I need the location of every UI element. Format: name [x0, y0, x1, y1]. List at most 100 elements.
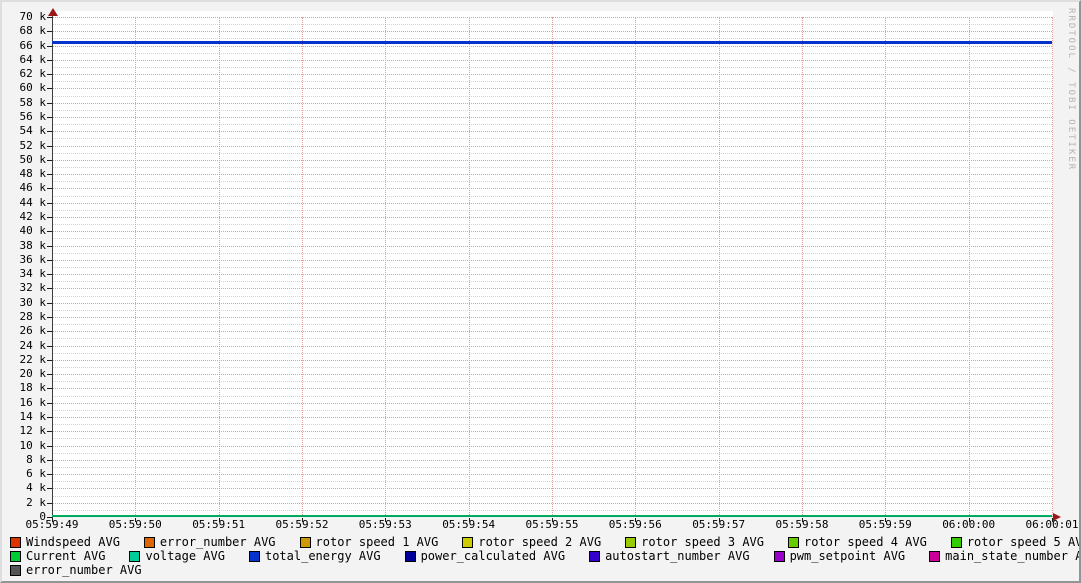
legend-item: autostart_number AVG: [589, 549, 750, 563]
y-axis-tick-label: 24 k: [19, 338, 47, 352]
legend-swatch-icon: [248, 550, 260, 562]
gridline-vertical-major: [718, 17, 720, 517]
legend-item-label: power_calculated AVG: [420, 549, 566, 563]
y-axis-tick-label: 68 k: [19, 24, 47, 38]
legend-item-label: pwm_setpoint AVG: [789, 549, 906, 563]
legend-item: pwm_setpoint AVG: [773, 549, 906, 563]
x-axis-tick-mark: [302, 518, 303, 522]
gridline-vertical-major: [802, 17, 803, 517]
gridline-vertical-major: [968, 17, 970, 517]
legend-item-label: Windspeed AVG: [26, 535, 120, 549]
y-axis-tick-label: 52 k: [19, 138, 47, 152]
legend-item-label: autostart_number AVG: [605, 549, 750, 563]
total-energy-line: [52, 41, 1052, 44]
y-axis-tick-label: 20 k: [19, 367, 47, 381]
legend-swatch-icon: [589, 550, 601, 562]
legend-item-label: total_energy AVG: [264, 549, 381, 563]
y-axis-tick-label: 32 k: [19, 281, 47, 295]
legend-item: Windspeed AVG: [10, 535, 120, 549]
y-axis-tick-label: 38 k: [19, 238, 47, 252]
y-axis-tick-label: 16 k: [19, 395, 47, 409]
y-axis-tick-label: 44 k: [19, 195, 47, 209]
legend-item: rotor speed 3 AVG: [625, 535, 764, 549]
legend-item-label: rotor speed 1 AVG: [315, 535, 439, 549]
legend-item-label: Current AVG: [26, 549, 106, 563]
legend-item: error_number AVG: [10, 563, 142, 577]
x-axis-tick-mark: [385, 518, 387, 522]
y-axis-tick-label: 8 k: [26, 452, 46, 466]
legend-swatch-icon: [773, 550, 785, 562]
legend-item-label: error_number AVG: [159, 535, 276, 549]
x-axis-tick-mark: [885, 518, 887, 522]
y-axis-tick-label: 60 k: [19, 81, 47, 95]
x-axis-tick-mark: [968, 518, 970, 522]
legend-swatch-icon: [788, 536, 799, 548]
y-axis-tick-label: 10 k: [19, 438, 47, 452]
zero-value-series-line: [52, 515, 1052, 517]
legend-item-label: rotor speed 5 AVG: [966, 535, 1081, 549]
legend-item: total_energy AVG: [248, 549, 381, 563]
y-axis-tick-label: 2 k: [26, 495, 46, 509]
legend-item-label: error_number AVG: [26, 563, 142, 577]
x-axis-tick-mark: [718, 518, 720, 522]
legend-swatch-icon: [143, 536, 155, 548]
x-axis-tick-mark: [802, 518, 803, 522]
legend-swatch-icon: [10, 564, 21, 576]
legend-row: Windspeed AVG error_number AVG rotor speed…: [10, 535, 1081, 549]
y-axis-tick-label: 56 k: [19, 110, 47, 123]
y-axis-tick-label: 30 k: [19, 295, 47, 309]
legend: Windspeed AVG error_number AVG rotor speed…: [10, 535, 1081, 577]
legend-swatch-icon: [299, 536, 311, 548]
legend-item-label: rotor speed 4 AVG: [804, 535, 927, 549]
legend-item: power_calculated AVG: [404, 549, 566, 563]
legend-swatch-icon: [625, 536, 637, 548]
x-axis-tick-mark: [635, 518, 637, 522]
watermark: RRDTOOL / TOBI OETIKER: [1066, 8, 1076, 172]
gridline-vertical-major: [385, 17, 387, 517]
legend-swatch-icon: [10, 536, 21, 548]
gridline-vertical-major: [885, 17, 887, 517]
gridline-vertical-major: [135, 17, 137, 517]
x-axis-tick-mark: [135, 518, 137, 522]
x-axis-tick-mark: [52, 518, 53, 522]
legend-item: rotor speed 1 AVG: [299, 535, 439, 549]
y-axis-tick-label: 58 k: [19, 95, 47, 109]
gridline-vertical-major: [302, 17, 303, 517]
gridline-vertical-major: [218, 17, 220, 517]
legend-swatch-icon: [462, 536, 474, 548]
legend-item-label: main_state_number AVG: [945, 549, 1079, 563]
legend-swatch-icon: [929, 550, 941, 562]
y-axis-tick-label: 14 k: [19, 410, 47, 423]
y-axis-arrow-icon: [48, 8, 58, 16]
y-axis-tick-label: 50 k: [19, 152, 47, 166]
x-axis-tick-label: 06:00:01: [1025, 518, 1079, 531]
legend-item: voltage AVG: [129, 549, 225, 563]
y-axis-tick-label: 28 k: [19, 310, 47, 323]
legend-item: rotor speed 2 AVG: [462, 535, 601, 549]
x-axis-tick-mark: [552, 518, 553, 522]
legend-item: Current AVG: [10, 549, 105, 563]
y-axis-tick-label: 34 k: [19, 267, 47, 281]
legend-item-label: rotor speed 3 AVG: [641, 535, 764, 549]
legend-item: rotor speed 5 AVG: [950, 535, 1081, 549]
x-axis-tick-mark: [218, 518, 220, 522]
y-axis-tick-label: 36 k: [19, 252, 47, 266]
y-axis-tick-label: 12 k: [19, 424, 47, 438]
y-axis-tick-label: 4 k: [26, 481, 46, 495]
y-axis-tick-label: 6 k: [26, 467, 46, 481]
gridline-vertical-major: [468, 17, 470, 517]
y-axis-tick-label: 48 k: [19, 167, 47, 181]
gridline-vertical-major: [635, 17, 637, 517]
rrdtool-graph: RRDTOOL / TOBI OETIKER Windspeed AVG erro…: [0, 0, 1081, 583]
y-axis-tick-label: 64 k: [19, 52, 47, 66]
y-axis-tick-label: 26 k: [19, 324, 47, 338]
legend-item: error_number AVG: [143, 535, 276, 549]
legend-row: Current AVG voltage AVG total_energy AVG po…: [10, 549, 1079, 563]
y-axis-tick-label: 62 k: [19, 67, 47, 81]
legend-swatch-icon: [950, 536, 962, 548]
gridline-vertical-major: [552, 17, 553, 517]
y-axis-tick-label: 42 k: [19, 210, 47, 223]
legend-swatch-icon: [129, 550, 141, 562]
y-axis-tick-label: 46 k: [19, 181, 47, 195]
y-axis-tick-label: 66 k: [19, 38, 47, 52]
